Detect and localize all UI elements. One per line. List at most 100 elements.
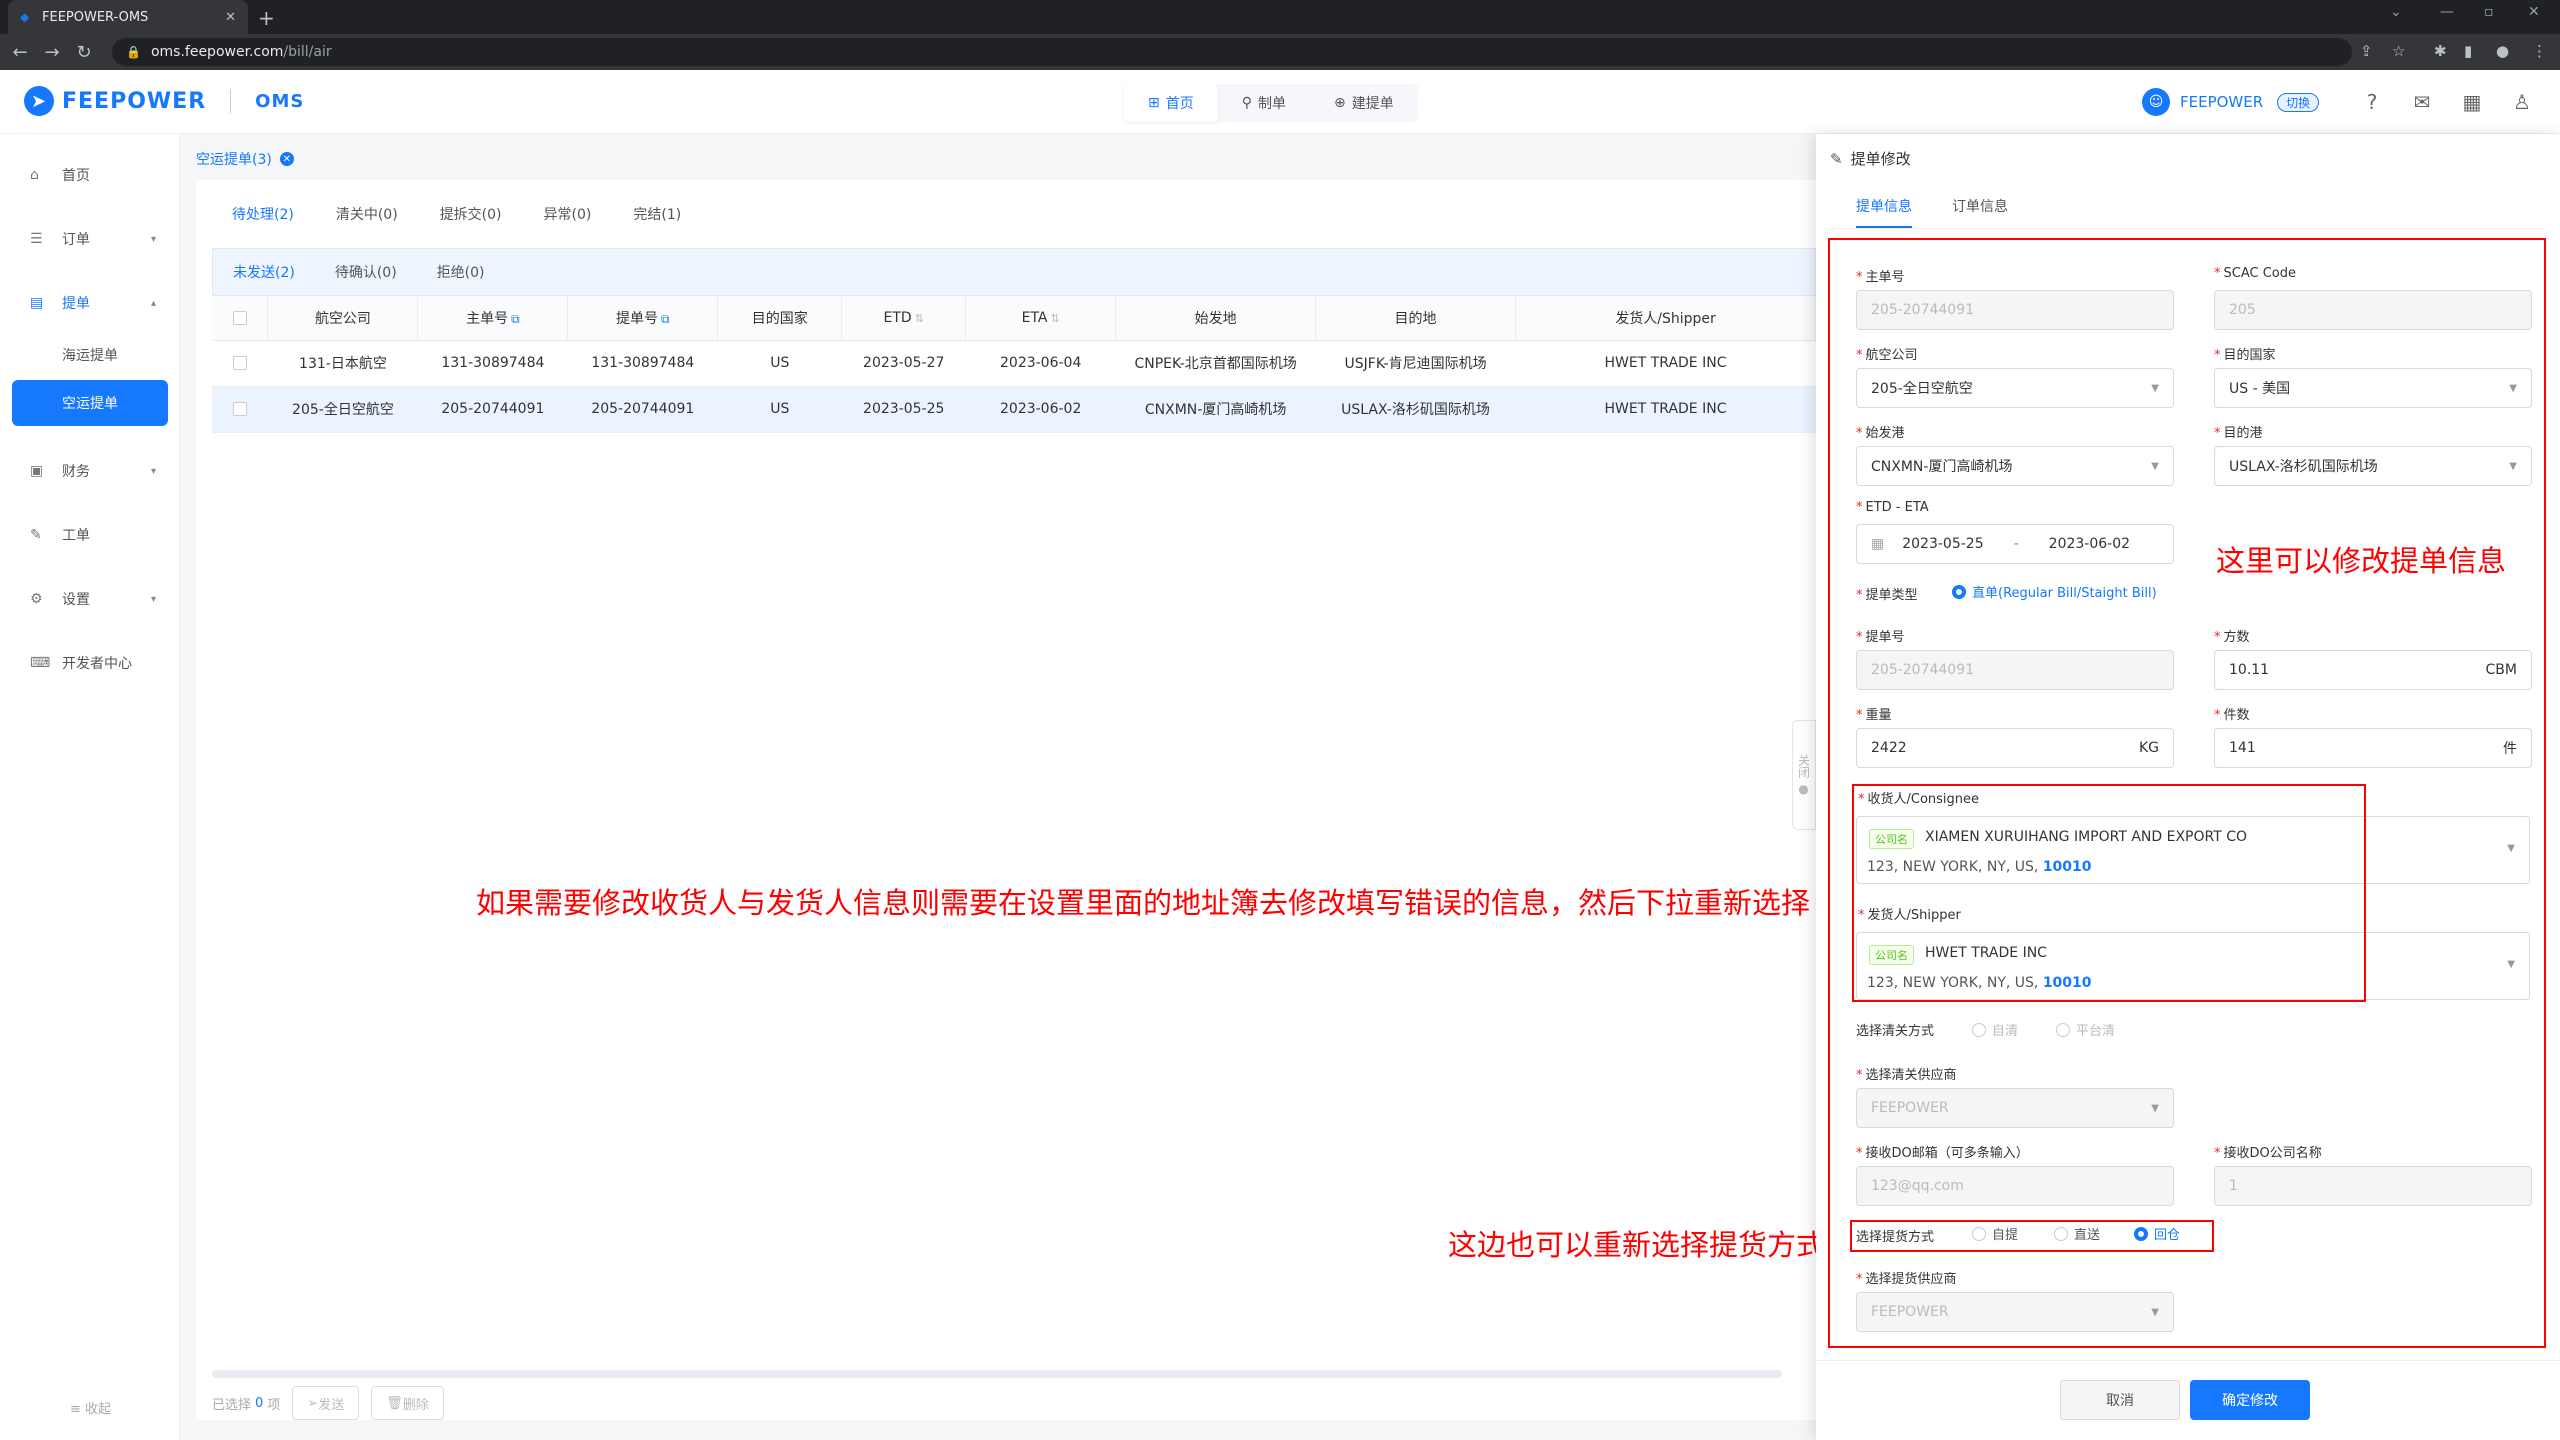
extensions-icon[interactable]: ✱ xyxy=(2434,42,2447,60)
maximize-icon[interactable]: ▫ xyxy=(2484,4,2494,20)
column-header-label: 主单号 xyxy=(466,310,509,327)
row-checkbox[interactable] xyxy=(232,402,247,416)
share-icon[interactable]: ⇪ xyxy=(2360,42,2373,60)
annotation-pickup-note: 这边也可以重新选择提货方式 xyxy=(1448,1228,1826,1262)
tab-exception[interactable]: 异常(0) xyxy=(544,204,592,224)
copy-icon[interactable]: ⧉ xyxy=(661,312,670,326)
side-panel-icon[interactable]: ▮ xyxy=(2464,42,2472,60)
page-tab[interactable]: 空运提单(3) ✕ xyxy=(196,142,294,176)
help-icon[interactable]: ? xyxy=(2360,90,2384,114)
column-header: 航空公司 xyxy=(267,296,419,341)
gear-icon: ⚙ xyxy=(30,591,43,607)
select-all-checkbox[interactable] xyxy=(232,310,247,325)
close-window-icon[interactable]: ✕ xyxy=(2528,4,2540,20)
table-cell: 205-全日空航空 xyxy=(267,386,418,433)
chevron-down-icon: ▾ xyxy=(150,593,156,605)
column-header-label: 航空公司 xyxy=(314,310,371,327)
confirm-edit-button[interactable]: 确定修改 xyxy=(2190,1380,2310,1420)
tab-completed[interactable]: 完结(1) xyxy=(633,204,681,224)
new-tab-icon[interactable]: + xyxy=(258,6,275,30)
sidebar-item-developer[interactable]: ⌨ 开发者中心 xyxy=(12,640,168,686)
product-name: OMS xyxy=(255,90,305,112)
drawer-close-handle[interactable]: 关闭 ● xyxy=(1792,720,1816,830)
sidebar-item-air-bill[interactable]: 空运提单 xyxy=(12,380,168,426)
profile-icon[interactable]: ● xyxy=(2496,42,2509,60)
tab-search-icon[interactable]: ⌄ xyxy=(2390,4,2402,20)
row-checkbox[interactable] xyxy=(232,356,247,370)
nav-home-label: 首页 xyxy=(1165,96,1194,112)
sort-icon[interactable]: ⇅ xyxy=(1051,312,1060,325)
nav-create-bill[interactable]: ⊕ 建提单 xyxy=(1310,84,1418,122)
back-icon[interactable]: ← xyxy=(8,42,32,63)
tab-rejected[interactable]: 拒绝(0) xyxy=(437,262,485,282)
close-page-tab-icon[interactable]: ✕ xyxy=(279,152,294,166)
sidebar: ⌂ 首页 ☰ 订单 ▾ ▤ 提单 ▴ 海运提单 空运提单 ▣ 财务 ▾ ✎ 工单 ⚙ 设置 ▾ ⌨ 开… xyxy=(0,134,180,1440)
copy-icon[interactable]: ⧉ xyxy=(511,312,520,326)
sidebar-item-orders[interactable]: ☰ 订单 ▾ xyxy=(12,216,168,262)
switch-account-button[interactable]: 切换 xyxy=(2277,92,2320,112)
tab-unsent[interactable]: 未发送(2) xyxy=(233,262,295,282)
tab-delivery[interactable]: 提拆交(0) xyxy=(440,204,502,224)
sidebar-collapse-button[interactable]: ≡ 收起 xyxy=(70,1398,111,1417)
sidebar-item-bills[interactable]: ▤ 提单 ▴ xyxy=(12,280,168,326)
sidebar-item-label: 空运提单 xyxy=(62,396,118,412)
chevron-down-icon: ▾ xyxy=(150,233,156,245)
tab-pending[interactable]: 待处理(2) xyxy=(232,204,294,224)
feepower-logo-icon: ➤ xyxy=(24,86,54,116)
table-row[interactable]: 131-日本航空 131-30897484 131-30897484 US 20… xyxy=(212,340,1816,387)
close-tab-icon[interactable]: ✕ xyxy=(225,10,236,25)
nav-create-bill-label: 建提单 xyxy=(1351,96,1394,112)
nav-create-order[interactable]: ⚲ 制单 xyxy=(1218,84,1310,122)
sidebar-item-tickets[interactable]: ✎ 工单 xyxy=(12,512,168,558)
column-header-label: 始发地 xyxy=(1194,310,1237,327)
selected-count: 0 xyxy=(255,1395,264,1411)
sidebar-item-sea-bill[interactable]: 海运提单 xyxy=(12,332,168,378)
tab-to-confirm[interactable]: 待确认(0) xyxy=(335,262,397,282)
sidebar-item-finance[interactable]: ▣ 财务 ▾ xyxy=(12,448,168,494)
user-menu[interactable]: ☺ FEEPOWER 切换 xyxy=(2142,88,2320,116)
url-path: /bill/air xyxy=(283,44,332,60)
column-header-label: 目的地 xyxy=(1394,310,1437,327)
tab-order-info[interactable]: 订单信息 xyxy=(1952,196,2008,228)
bookmark-star-icon[interactable]: ☆ xyxy=(2392,42,2405,60)
feepower-favicon-icon: ◆ xyxy=(20,10,30,24)
sort-icon[interactable]: ⇅ xyxy=(915,312,924,325)
reload-icon[interactable]: ↻ xyxy=(72,42,96,63)
browser-tab[interactable]: ◆ FEEPOWER-OMS ✕ xyxy=(8,0,248,34)
send-label: 发送 xyxy=(318,1397,345,1413)
send-icon: ➢ xyxy=(307,1395,319,1411)
forward-icon[interactable]: → xyxy=(40,42,64,63)
column-header[interactable]: ETD ⇅ xyxy=(841,296,967,341)
top-nav: ⊞ 首页 ⚲ 制单 ⊕ 建提单 xyxy=(1124,84,1418,122)
address-bar: ← → ↻ 🔒 oms.feepower.com/bill/air xyxy=(0,34,2560,70)
drawer-title-text: 提单修改 xyxy=(1850,150,1911,168)
sidebar-item-home[interactable]: ⌂ 首页 xyxy=(12,152,168,198)
horizontal-scrollbar[interactable] xyxy=(212,1370,1782,1378)
app-logo[interactable]: ➤ FEEPOWER OMS xyxy=(24,86,304,116)
message-icon[interactable]: ✉ xyxy=(2410,90,2434,114)
column-header[interactable]: ETA ⇅ xyxy=(965,296,1117,341)
nav-create-order-label: 制单 xyxy=(1258,96,1286,112)
send-button[interactable]: ➢ 发送 xyxy=(292,1386,360,1420)
calendar-icon[interactable]: ▦ xyxy=(2460,90,2484,114)
url-field[interactable]: 🔒 oms.feepower.com/bill/air xyxy=(112,38,2352,66)
nav-home[interactable]: ⊞ 首页 xyxy=(1124,84,1218,122)
chrome-menu-icon[interactable]: ⋮ xyxy=(2532,42,2547,60)
column-header: 发货人/Shipper xyxy=(1515,296,1816,341)
account-icon[interactable]: ♙ xyxy=(2510,90,2534,114)
annotation-consignee-note: 如果需要修改收货人与发货人信息则需要在设置里面的地址簿去修改填写错误的信息，然后… xyxy=(476,886,1811,920)
select-all-header xyxy=(212,296,269,341)
sidebar-item-label: 工单 xyxy=(62,528,90,544)
tab-bill-info[interactable]: 提单信息 xyxy=(1856,196,1912,228)
browser-tabstrip xyxy=(0,0,2560,34)
bottom-action-bar: 已选择 0 项 ➢ 发送 🗑 删除 xyxy=(212,1386,444,1420)
table-row[interactable]: 205-全日空航空 205-20744091 205-20744091 US 2… xyxy=(212,386,1816,433)
cancel-button[interactable]: 取消 xyxy=(2060,1380,2180,1420)
minimize-icon[interactable]: — xyxy=(2440,4,2454,20)
sidebar-item-settings[interactable]: ⚙ 设置 ▾ xyxy=(12,576,168,622)
delete-button[interactable]: 🗑 删除 xyxy=(371,1386,444,1420)
column-header-label: 发货人/Shipper xyxy=(1615,310,1716,327)
table-cell: CNXMN-厦门高崎机场 xyxy=(1115,386,1316,433)
tab-clearing[interactable]: 清关中(0) xyxy=(336,204,398,224)
table-header-row: 航空公司 主单号 ⧉ 提单号 ⧉ 目的国家 ETD ⇅ ETA ⇅ 始发地 目的地 发货… xyxy=(212,296,1816,341)
